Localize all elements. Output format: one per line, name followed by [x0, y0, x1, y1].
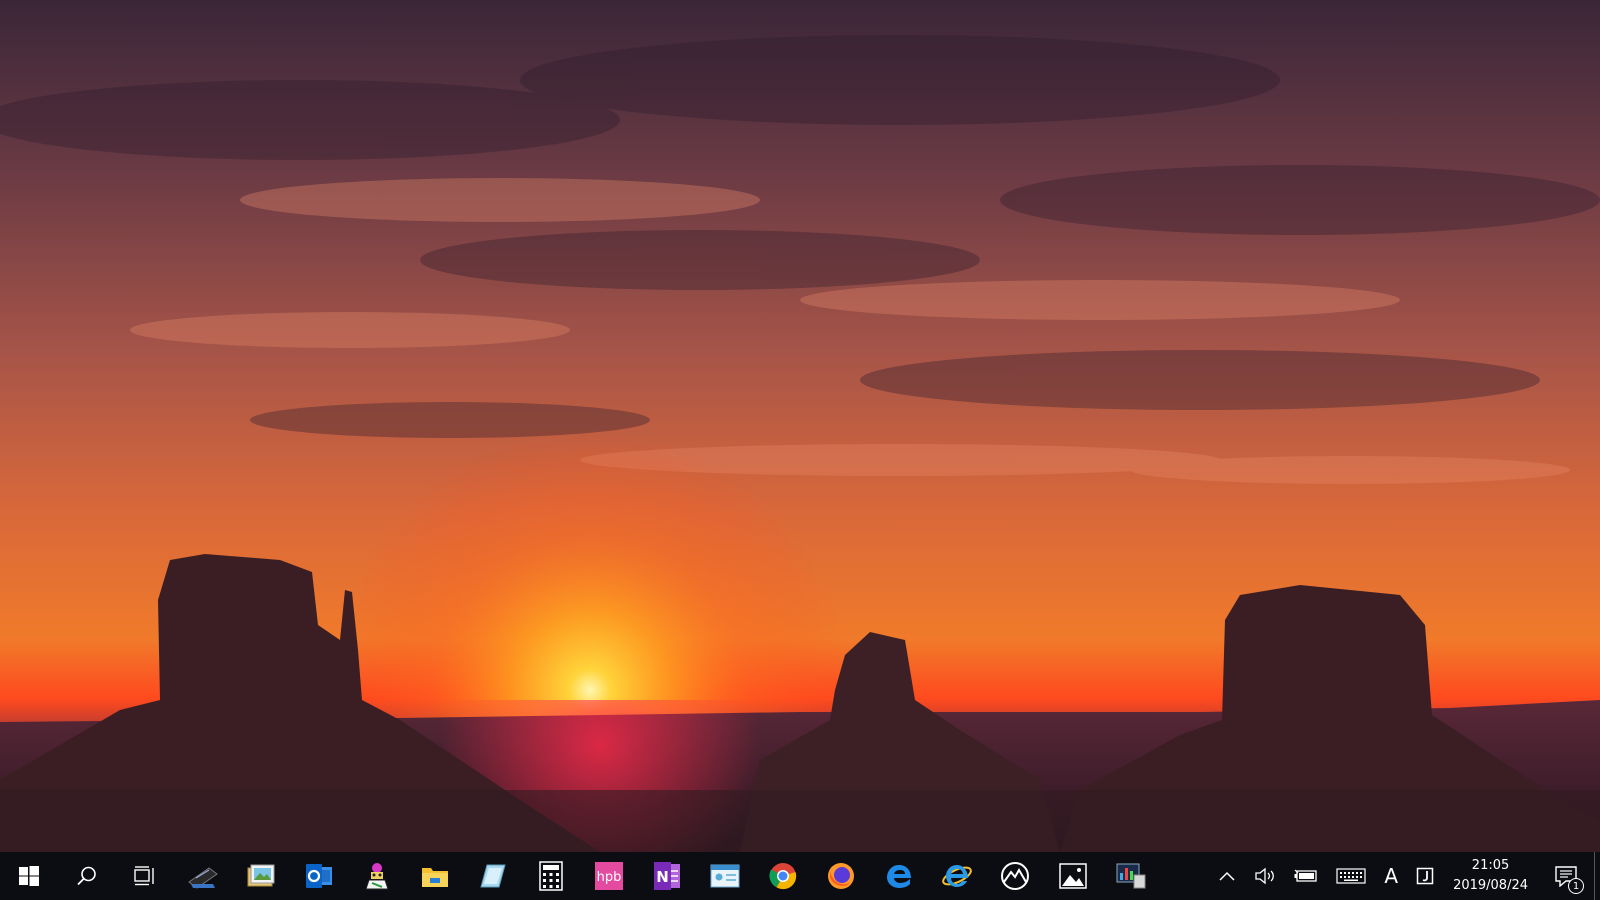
chrome-icon: [769, 863, 797, 890]
battery-icon: [1294, 869, 1318, 882]
taskbar: hpb N A 21:05 2019/08/24 1: [0, 852, 1600, 900]
glass-notebook-icon: [480, 864, 506, 888]
touch-keyboard-button[interactable]: [1327, 852, 1375, 900]
ime-mode-icon: [1416, 867, 1434, 885]
notification-count-badge: 1: [1568, 878, 1584, 894]
photo-viewer-icon: [247, 864, 275, 887]
windows-logo-icon: [19, 866, 39, 886]
keyboard-icon: [1336, 868, 1366, 884]
mountain-circle-icon: [1001, 862, 1029, 890]
scanner-icon: [188, 867, 218, 889]
app-firefox[interactable]: [812, 852, 870, 900]
firefox-icon: [828, 863, 854, 889]
app-paint-character[interactable]: [348, 852, 406, 900]
show-hidden-icons-button[interactable]: [1209, 852, 1245, 900]
search-button[interactable]: [58, 852, 116, 900]
folder-icon: [422, 868, 448, 887]
clock-date: 2019/08/24: [1453, 878, 1528, 893]
calculator-icon: [539, 861, 563, 891]
app-file-explorer[interactable]: [406, 852, 464, 900]
app-internet-explorer[interactable]: [928, 852, 986, 900]
app-hpb[interactable]: hpb: [580, 852, 638, 900]
clock-time: 21:05: [1471, 858, 1510, 873]
app-notes[interactable]: [464, 852, 522, 900]
clock[interactable]: 21:05 2019/08/24: [1443, 852, 1538, 900]
app-contact-card[interactable]: [696, 852, 754, 900]
volume-icon: [1255, 867, 1275, 885]
app-onenote[interactable]: N: [638, 852, 696, 900]
ime-mode-button[interactable]: [1407, 852, 1443, 900]
onenote-icon-label: N: [656, 868, 669, 886]
wallpaper-monument-valley-sunset: [0, 0, 1600, 852]
id-card-icon: [710, 864, 740, 888]
app-photo-viewer[interactable]: [232, 852, 290, 900]
start-button[interactable]: [0, 852, 58, 900]
volume-button[interactable]: [1245, 852, 1285, 900]
chevron-up-icon: [1219, 871, 1235, 881]
app-resource-monitor[interactable]: [1102, 852, 1160, 900]
outlook-icon: [306, 864, 332, 888]
app-edge[interactable]: [870, 852, 928, 900]
app-scanner[interactable]: [174, 852, 232, 900]
internet-explorer-icon: [942, 865, 972, 887]
onenote-icon: N: [654, 862, 680, 890]
task-view-button[interactable]: [116, 852, 174, 900]
task-view-icon: [134, 866, 154, 886]
app-chrome[interactable]: [754, 852, 812, 900]
battery-button[interactable]: [1285, 852, 1327, 900]
pinned-apps: hpb N: [174, 852, 1160, 900]
action-center-button[interactable]: 1: [1538, 852, 1594, 900]
resource-monitor-icon: [1116, 863, 1146, 889]
search-icon: [77, 866, 96, 886]
edge-icon: [887, 865, 911, 888]
app-photos[interactable]: [1044, 852, 1102, 900]
app-outlook[interactable]: [290, 852, 348, 900]
character-icon: [365, 863, 389, 890]
show-desktop-button[interactable]: [1594, 852, 1600, 900]
photos-icon: [1059, 863, 1087, 889]
input-language-button[interactable]: A: [1375, 852, 1407, 900]
desktop[interactable]: [0, 0, 1600, 852]
app-calculator[interactable]: [522, 852, 580, 900]
ime-label: A: [1384, 864, 1399, 888]
system-tray: A 21:05 2019/08/24 1: [1209, 852, 1600, 900]
app-mountain[interactable]: [986, 852, 1044, 900]
hpb-icon-label: hpb: [597, 870, 622, 885]
hpb-icon: hpb: [595, 862, 623, 890]
